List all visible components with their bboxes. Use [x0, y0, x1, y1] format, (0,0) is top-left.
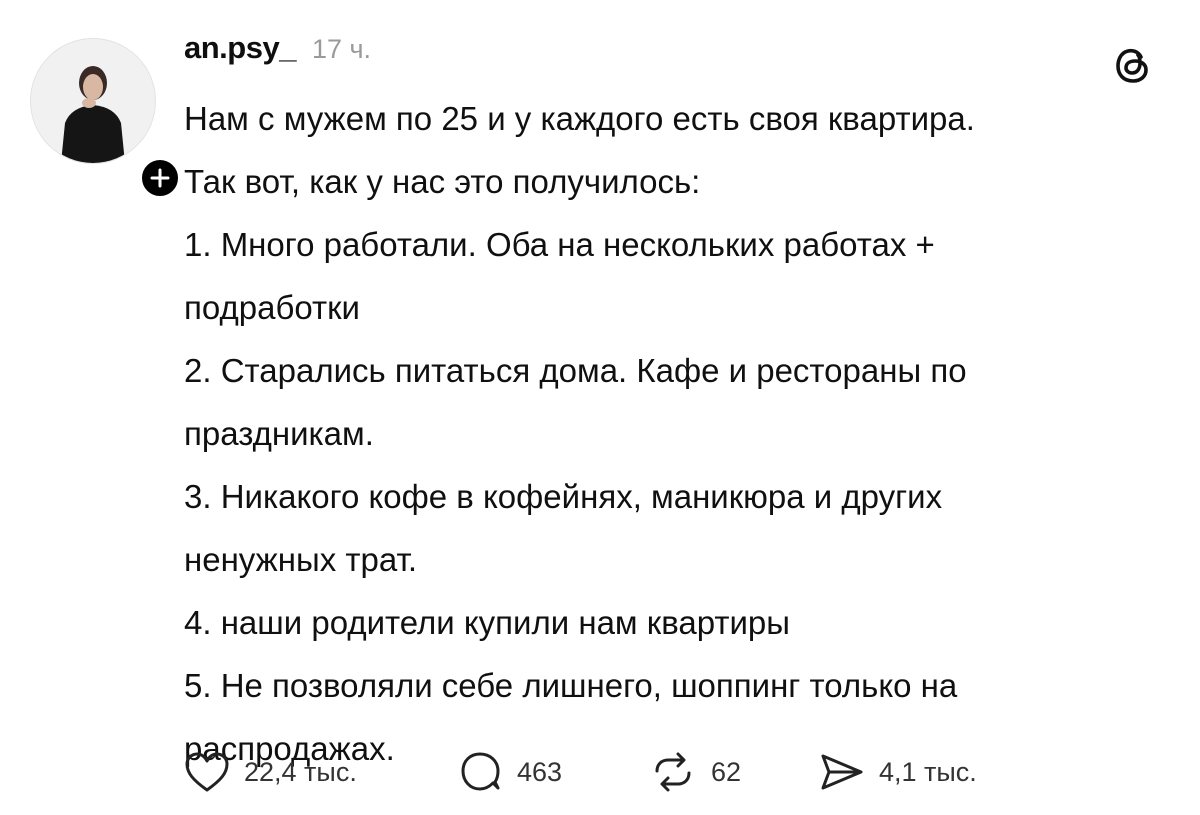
- repost-icon: [655, 752, 691, 792]
- post-line: Нам с мужем по 25 и у каждого есть своя …: [184, 100, 975, 137]
- like-count: 22,4 тыс.: [244, 756, 357, 787]
- repost-button[interactable]: 62: [649, 750, 819, 794]
- post-line: 5. Не позволяли себе лишнего, шоппинг то…: [184, 667, 958, 704]
- username-link[interactable]: an.psy_: [184, 30, 296, 66]
- post-line: 1. Много работали. Оба на нескольких раб…: [184, 226, 935, 263]
- post-line: праздникам.: [184, 415, 374, 452]
- follow-button[interactable]: [138, 156, 182, 200]
- plus-icon: [150, 168, 170, 188]
- post-text: Нам с мужем по 25 и у каждого есть своя …: [184, 90, 1174, 783]
- repost-count: 62: [711, 756, 742, 787]
- share-count: 4,1 тыс.: [879, 756, 977, 787]
- action-bar: 22,4 тыс. 463 62 4,1 тыс.: [184, 742, 1019, 802]
- avatar[interactable]: [30, 38, 156, 164]
- reply-button[interactable]: 463: [459, 750, 649, 794]
- post-line: ненужных трат.: [184, 541, 418, 578]
- reply-count: 463: [517, 756, 563, 787]
- post-line: 2. Старались питаться дома. Кафе и ресто…: [184, 352, 967, 389]
- heart-icon: [185, 752, 229, 792]
- avatar-container[interactable]: [30, 38, 182, 200]
- post-line: подработки: [184, 289, 360, 326]
- like-button[interactable]: 22,4 тыс.: [184, 751, 459, 793]
- send-icon: [821, 754, 863, 790]
- share-button[interactable]: 4,1 тыс.: [819, 752, 1019, 792]
- speech-bubble-icon: [461, 752, 500, 791]
- post-line: 4. наши родители купили нам квартиры: [184, 604, 790, 641]
- post-header: an.psy_ 17 ч.: [184, 30, 371, 82]
- threads-logo-icon[interactable]: [1110, 42, 1156, 88]
- avatar-photo: [31, 39, 155, 163]
- post-line: Так вот, как у нас это получилось:: [184, 163, 701, 200]
- post-timestamp[interactable]: 17 ч.: [312, 34, 371, 65]
- post-line: 3. Никакого кофе в кофейнях, маникюра и …: [184, 478, 943, 515]
